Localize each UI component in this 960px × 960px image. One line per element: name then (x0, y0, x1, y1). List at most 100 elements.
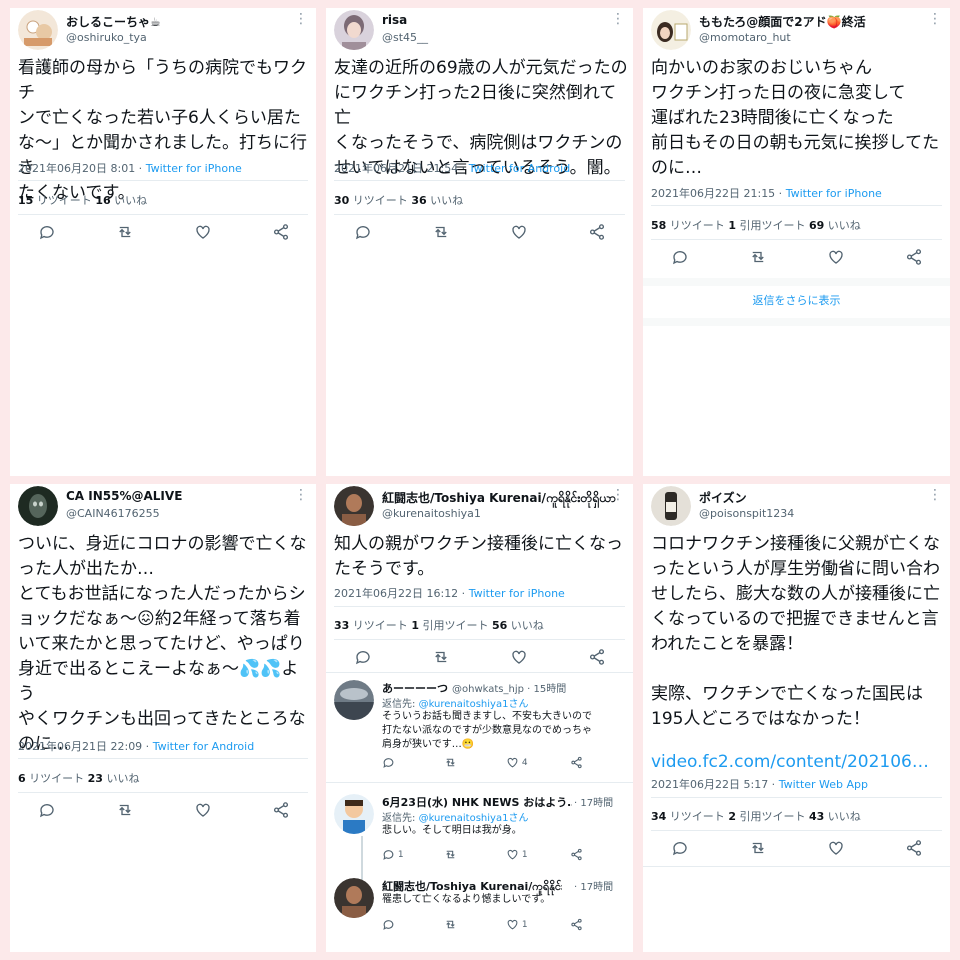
more-icon[interactable]: ⋮ (928, 12, 942, 26)
avatar[interactable] (334, 10, 374, 50)
handle[interactable]: @st45__ (382, 31, 428, 44)
like-icon[interactable]: 1 (506, 848, 528, 862)
tweet-source[interactable]: Twitter for Android (153, 740, 255, 753)
share-icon[interactable] (570, 756, 583, 770)
display-name[interactable]: risa (382, 13, 407, 27)
show-more-replies-link[interactable]: 返信をさらに表示 (643, 292, 950, 308)
reply-name[interactable]: 6月23日(水) NHK NEWS おはよう… (382, 794, 572, 810)
reply-to-handle[interactable]: @kurenaitoshiya1さん (419, 699, 529, 710)
share-icon[interactable] (588, 223, 608, 243)
reply-to-handle[interactable]: @kurenaitoshiya1さん (419, 813, 529, 824)
like-icon[interactable] (510, 223, 530, 243)
retweet-count[interactable]: 6 (18, 772, 26, 785)
avatar[interactable] (18, 10, 58, 50)
like-icon[interactable] (510, 648, 530, 668)
tweet-timestamp: 2021年06月22日 21:15 · Twitter for iPhone (651, 185, 882, 201)
retweet-count[interactable]: 33 (334, 619, 349, 632)
tweet-source[interactable]: Twitter for Android (469, 162, 571, 175)
divider (326, 672, 633, 673)
reply-icon[interactable] (38, 801, 58, 821)
retweet-icon[interactable] (749, 839, 769, 859)
tweet-source[interactable]: Twitter for iPhone (786, 187, 882, 200)
share-icon[interactable] (272, 223, 292, 243)
more-icon[interactable]: ⋮ (928, 488, 942, 502)
quote-count[interactable]: 1 (728, 219, 736, 232)
retweet-icon[interactable] (444, 918, 457, 932)
like-icon[interactable]: 1 (506, 918, 528, 932)
handle[interactable]: @poisonspit1234 (699, 507, 794, 520)
display-name[interactable]: 紅闘志也/Toshiya Kurenai/ကူရိနိုင်းတိုရှိယာ (382, 489, 616, 508)
retweet-icon[interactable] (432, 648, 452, 668)
retweet-icon[interactable] (444, 756, 457, 770)
like-icon[interactable] (827, 248, 847, 268)
retweet-icon[interactable] (749, 248, 769, 268)
reply-icon[interactable] (354, 223, 374, 243)
more-icon[interactable]: ⋮ (294, 488, 308, 502)
avatar[interactable] (651, 486, 691, 526)
handle[interactable]: @kurenaitoshiya1 (382, 507, 481, 520)
reply-name[interactable]: あーーーーつ (382, 680, 448, 696)
like-label: いいね (102, 772, 140, 785)
tweet-link[interactable]: video.fc2.com/content/202106… (651, 750, 946, 775)
display-name[interactable]: ももたろ@顔面で2アド🍑終活 (699, 13, 866, 30)
reply-icon[interactable]: 1 (382, 848, 404, 862)
avatar[interactable] (651, 10, 691, 50)
tweet-actions (643, 839, 950, 859)
share-icon[interactable] (570, 848, 583, 862)
avatar[interactable] (18, 486, 58, 526)
like-count[interactable]: 36 (411, 194, 426, 207)
more-icon[interactable]: ⋮ (611, 12, 625, 26)
share-icon[interactable] (905, 839, 925, 859)
reply-item[interactable]: 6月23日(水) NHK NEWS おはよう… · 17時間 返信先: @kur… (334, 794, 625, 864)
tweet-source[interactable]: Twitter for iPhone (146, 162, 242, 175)
reply-icon[interactable] (382, 918, 395, 932)
retweet-count[interactable]: 34 (651, 810, 666, 823)
avatar[interactable] (334, 878, 374, 918)
display-name[interactable]: おしるこーちゃ☕ (66, 13, 161, 30)
share-icon[interactable] (905, 248, 925, 268)
reply-icon[interactable] (38, 223, 58, 243)
retweet-icon[interactable] (116, 801, 136, 821)
like-count[interactable]: 16 (95, 194, 110, 207)
retweet-icon[interactable] (432, 223, 452, 243)
share-icon[interactable] (272, 801, 292, 821)
quote-count[interactable]: 1 (411, 619, 419, 632)
like-count[interactable]: 69 (809, 219, 824, 232)
avatar[interactable] (334, 794, 374, 834)
like-count[interactable]: 43 (809, 810, 824, 823)
like-icon[interactable]: 4 (506, 756, 528, 770)
reply-icon[interactable] (671, 839, 691, 859)
quote-count[interactable]: 2 (728, 810, 736, 823)
tweet-source[interactable]: Twitter for iPhone (469, 587, 565, 600)
retweet-count[interactable]: 58 (651, 219, 666, 232)
like-count[interactable]: 23 (88, 772, 103, 785)
handle[interactable]: @oshiruko_tya (66, 31, 147, 44)
reply-icon[interactable] (382, 756, 395, 770)
like-count[interactable]: 56 (492, 619, 507, 632)
retweet-icon[interactable] (444, 848, 457, 862)
reply-meta: · 17時間 (574, 882, 614, 893)
retweet-count[interactable]: 15 (18, 194, 33, 207)
tweet-header: 紅闘志也/Toshiya Kurenai/ကူရိနိုင်းတိုရှိယာ … (334, 486, 625, 536)
like-icon[interactable] (194, 801, 214, 821)
reply-item[interactable]: 紅闘志也/Toshiya Kurenai/ကူရိနိုင်း... · 17時… (334, 878, 625, 938)
tweet-source[interactable]: Twitter Web App (779, 778, 868, 791)
handle[interactable]: @CAIN46176255 (66, 507, 160, 520)
display-name[interactable]: CA IN55%@ALIVE (66, 489, 182, 503)
reply-item[interactable]: あーーーーつ @ohwkats_hjp · 15時間 返信先: @kurenai… (334, 680, 625, 770)
display-name[interactable]: ポイズン (699, 489, 747, 506)
reply-icon[interactable] (354, 648, 374, 668)
share-icon[interactable] (570, 918, 583, 932)
avatar[interactable] (334, 486, 374, 526)
handle[interactable]: @momotaro_hut (699, 31, 791, 44)
like-icon[interactable] (194, 223, 214, 243)
like-icon[interactable] (827, 839, 847, 859)
more-icon[interactable]: ⋮ (294, 12, 308, 26)
more-icon[interactable]: ⋮ (611, 488, 625, 502)
retweet-count[interactable]: 30 (334, 194, 349, 207)
avatar[interactable] (334, 680, 374, 720)
share-icon[interactable] (588, 648, 608, 668)
reply-icon[interactable] (671, 248, 691, 268)
retweet-icon[interactable] (116, 223, 136, 243)
reply-text: 罹患して亡くなるより憾ましいです。 (382, 894, 551, 905)
